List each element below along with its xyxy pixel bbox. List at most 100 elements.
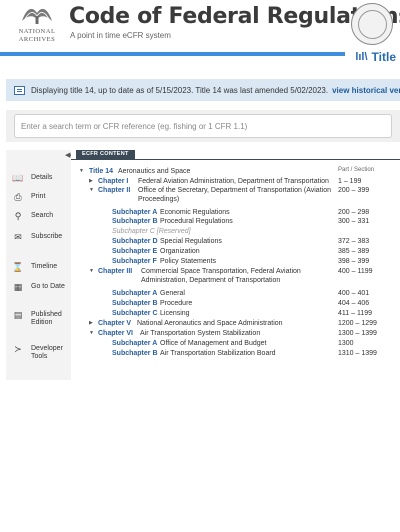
sidebar-item-print[interactable]: ⎙ Print — [12, 193, 70, 202]
toc-range: 398 – 399 — [338, 258, 370, 265]
toc-range: 400 – 1199 — [338, 268, 373, 275]
toc-range: 1200 – 1299 — [338, 320, 377, 327]
sidebar: ◀◀ 📖 Details ⎙ Print ⚲ Search ✉ Subscrib… — [6, 150, 74, 380]
toc-label[interactable]: Subchapter B — [112, 217, 158, 226]
toc-range: 411 – 1199 — [338, 310, 372, 317]
sidebar-item-go-to-date[interactable]: ▦ Go to Date — [12, 283, 70, 292]
sidebar-item-timeline[interactable]: ⌛ Timeline — [12, 263, 70, 272]
toc-label[interactable]: Chapter I — [98, 177, 128, 186]
toc-range: 404 – 406 — [338, 300, 370, 307]
sidebar-item-label: Subscribe — [31, 233, 63, 240]
toc-range: 200 – 399 — [338, 187, 370, 194]
currency-notice: Displaying title 14, up to date as of 5/… — [6, 79, 400, 101]
national-archives-logo[interactable]: NATIONAL ARCHIVES — [14, 3, 60, 45]
toc-title: Policy Statements — [160, 258, 217, 265]
content-divider — [71, 159, 400, 160]
agency-name: NATIONAL ARCHIVES — [18, 28, 56, 43]
toc-label[interactable]: Chapter III — [98, 267, 132, 276]
expanded-triangle-icon[interactable]: ▼ — [89, 186, 94, 195]
toc-title: Federal Aviation Administration, Departm… — [138, 178, 329, 185]
expanded-triangle-icon[interactable]: ▼ — [89, 267, 94, 276]
toc-label[interactable]: Subchapter B — [112, 299, 158, 308]
sidebar-item-label: Details — [31, 174, 53, 181]
book-icon: 📖 — [12, 173, 24, 183]
part-section-header: Part / Section — [338, 167, 375, 173]
hourglass-icon: ⌛ — [12, 262, 24, 272]
toc-label[interactable]: Chapter II — [98, 186, 130, 195]
toc-label[interactable]: Subchapter A — [112, 339, 157, 348]
toc-range: 1 – 199 — [338, 178, 362, 185]
envelope-icon: ✉ — [14, 232, 22, 242]
sidebar-item-label: Search — [31, 212, 54, 219]
toc-title: National Aeronautics and Space Administr… — [137, 320, 283, 327]
toc-range: 300 – 331 — [338, 218, 370, 225]
code-icon: ≻ — [14, 344, 22, 354]
calendar-icon: ▦ — [13, 282, 23, 292]
site-subtitle: A point in time eCFR system — [70, 31, 171, 40]
expanded-triangle-icon[interactable]: ▼ — [79, 167, 84, 176]
search-icon: ⚲ — [14, 211, 22, 221]
collapsed-triangle-icon[interactable]: ▶ — [89, 177, 93, 186]
toc-range: 385 – 389 — [338, 248, 370, 255]
sidebar-item-developer-tools[interactable]: ≻ Developer Tools — [12, 345, 70, 361]
toc-label[interactable]: Subchapter F — [112, 257, 157, 266]
toc-label[interactable]: Subchapter A — [112, 208, 157, 217]
toc-label[interactable]: Subchapter B — [112, 349, 158, 358]
sidebar-item-details[interactable]: 📖 Details — [12, 174, 70, 183]
toc-range: 400 – 401 — [338, 290, 370, 297]
toc-label[interactable]: Subchapter E — [112, 247, 157, 256]
notice-icon — [14, 85, 25, 95]
print-icon: ⎙ — [14, 192, 22, 202]
title-tab[interactable]: lıl\ Title — [351, 48, 400, 66]
sidebar-item-label: Timeline — [31, 263, 58, 270]
toc-title: Commercial Space Transportation, Federal… — [141, 268, 301, 284]
toc-label[interactable]: Title 14 — [89, 167, 113, 176]
toc-range: 1300 – 1399 — [338, 330, 377, 337]
collapsed-triangle-icon[interactable]: ▶ — [89, 319, 93, 328]
toc-range: 372 – 383 — [338, 238, 370, 245]
ecfr-content-panel: ECFR CONTENT Part / Section ▼ Title 14 A… — [71, 150, 400, 380]
toc-title: Economic Regulations — [160, 209, 230, 216]
toc-label: Subchapter C [Reserved] — [112, 228, 191, 235]
toc-range: 1300 — [338, 340, 354, 347]
toc-title: Special Regulations — [160, 238, 222, 245]
document-icon: ▤ — [13, 310, 23, 320]
notice-text: Displaying title 14, up to date as of 5/… — [31, 85, 329, 95]
site-header: NATIONAL ARCHIVES Code of Federal Regula… — [0, 0, 400, 48]
sidebar-item-label: Print — [31, 193, 46, 200]
toc-label[interactable]: Chapter VI — [98, 329, 133, 338]
toc-title: Air Transportation System Stabilization — [140, 330, 261, 337]
sidebar-item-label: Published Edition — [31, 311, 62, 326]
toc-title: Procedure — [160, 300, 193, 307]
expanded-triangle-icon[interactable]: ▼ — [89, 329, 94, 338]
sidebar-item-published-edition[interactable]: ▤ Published Edition — [12, 311, 70, 327]
ecfr-content-tab[interactable]: ECFR CONTENT — [76, 150, 135, 159]
toc-label[interactable]: Subchapter D — [112, 237, 158, 246]
sidebar-item-search[interactable]: ⚲ Search — [12, 212, 70, 221]
toc-title: Office of Management and Budget — [160, 340, 267, 347]
sidebar-item-subscribe[interactable]: ✉ Subscribe — [12, 233, 70, 242]
search-bar — [6, 110, 400, 142]
sidebar-item-label: Developer Tools — [31, 345, 63, 360]
header-accent-bar: lıl\ Title — [0, 48, 400, 66]
main-area: ◀◀ 📖 Details ⎙ Print ⚲ Search ✉ Subscrib… — [6, 150, 400, 380]
eagle-icon — [22, 8, 52, 24]
search-input[interactable] — [14, 114, 392, 138]
toc-title: Air Transportation Stabilization Board — [160, 350, 276, 357]
toc-range: 1310 – 1399 — [338, 350, 377, 357]
toc-label[interactable]: Chapter V — [98, 319, 131, 328]
toc-title: Aeronautics and Space — [118, 168, 191, 175]
toc-title: General — [160, 290, 185, 297]
sidebar-item-label: Go to Date — [31, 283, 65, 290]
toc-title: Office of the Secretary, Department of T… — [138, 187, 331, 203]
view-historical-versions-link[interactable]: view historical vers — [332, 86, 400, 95]
title-tab-label: Title — [371, 50, 396, 64]
toc-title: Organization — [160, 248, 200, 255]
toc-label[interactable]: Subchapter A — [112, 289, 157, 298]
bookshelf-icon: lıl\ — [355, 51, 368, 63]
toc-title: Procedural Regulations — [160, 218, 233, 225]
toc-title: Licensing — [160, 310, 190, 317]
agency-seal — [351, 3, 393, 45]
toc-label[interactable]: Subchapter C — [112, 309, 158, 318]
accent-stripe — [0, 52, 345, 56]
